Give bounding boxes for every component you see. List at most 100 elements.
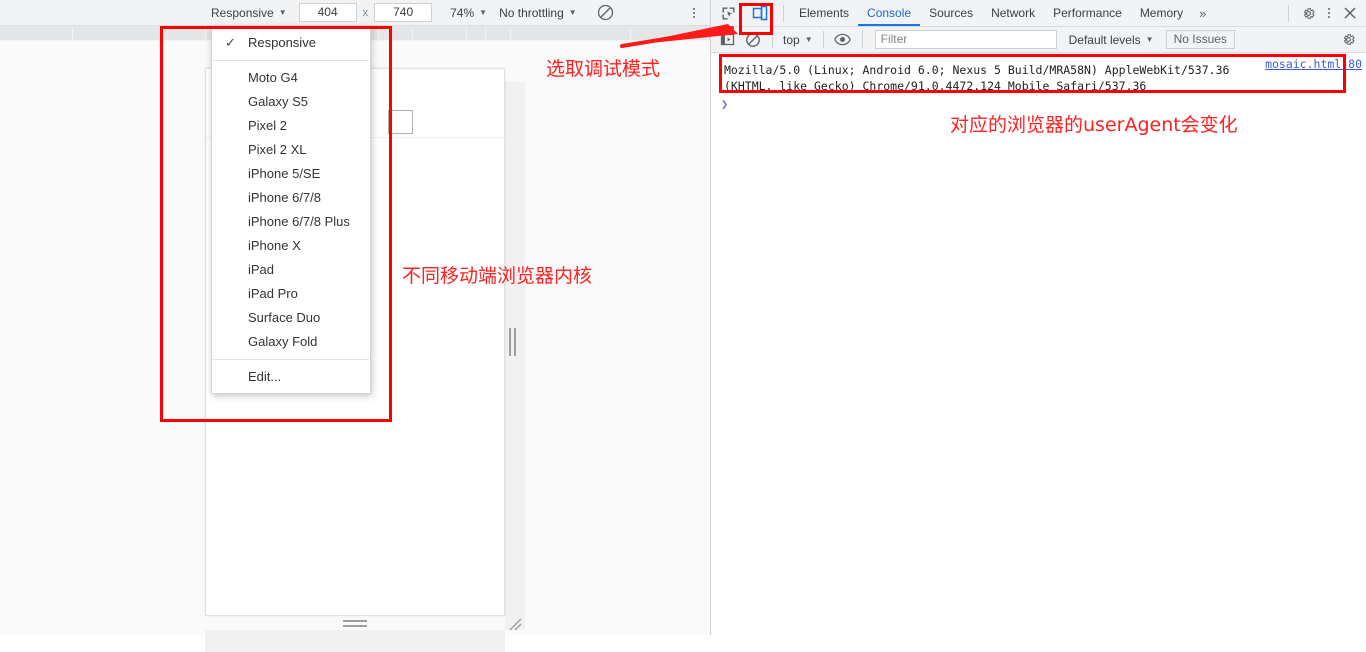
annotation-user-agent-changes: 对应的浏览器的userAgent会变化 bbox=[950, 114, 1238, 136]
ruler-tick bbox=[378, 27, 379, 41]
menu-item-edit[interactable]: Edit... bbox=[212, 365, 370, 389]
log-levels-label: Default levels bbox=[1068, 32, 1141, 47]
menu-item-label: iPhone 6/7/8 Plus bbox=[248, 214, 350, 229]
menu-item-label: Pixel 2 bbox=[248, 118, 288, 133]
console-message-list[interactable]: Mozilla/5.0 (Linux; Android 6.0; Nexus 5… bbox=[711, 53, 1366, 635]
menu-item-iphone-6-7-8[interactable]: iPhone 6/7/8 bbox=[212, 186, 370, 210]
menu-separator bbox=[213, 359, 369, 360]
viewport-height-input[interactable]: 740 bbox=[374, 3, 433, 22]
toolbar-divider bbox=[783, 4, 784, 22]
more-tabs-icon[interactable]: » bbox=[1192, 6, 1213, 21]
chevron-down-icon: ▼ bbox=[479, 7, 488, 17]
tab-network[interactable]: Network bbox=[982, 0, 1044, 26]
menu-item-galaxy-s5[interactable]: Galaxy S5 bbox=[212, 90, 370, 114]
device-selection-menu[interactable]: ✓ Responsive Moto G4 Galaxy S5 Pixel 2 P… bbox=[211, 26, 371, 394]
toolbar-divider bbox=[822, 31, 824, 48]
ruler-tick bbox=[466, 27, 467, 41]
menu-item-label: iPhone 6/7/8 bbox=[248, 190, 322, 205]
checkmark-icon: ✓ bbox=[225, 35, 236, 50]
annotation-mobile-kernels: 不同移动端浏览器内核 bbox=[402, 265, 593, 287]
ruler-tick bbox=[630, 27, 631, 41]
chevron-down-icon: ▼ bbox=[804, 34, 813, 44]
device-emulation-pane: Responsive ▼ 404 x 740 74% ▼ No throttli… bbox=[0, 0, 710, 652]
ruler-tick bbox=[485, 27, 486, 41]
chevron-down-icon: ▼ bbox=[278, 7, 287, 17]
devtools-panel: Elements Console Sources Network Perform… bbox=[710, 0, 1366, 635]
devtools-more-options[interactable] bbox=[1321, 0, 1337, 26]
menu-separator bbox=[213, 60, 369, 61]
menu-item-label: Edit... bbox=[248, 369, 282, 384]
menu-item-label: iPhone X bbox=[248, 238, 301, 253]
gear-icon[interactable] bbox=[1295, 0, 1321, 26]
tab-performance[interactable]: Performance bbox=[1044, 0, 1131, 26]
device-toolbar-toggle-icon[interactable] bbox=[747, 0, 773, 26]
menu-item-ipad[interactable]: iPad bbox=[212, 258, 370, 282]
menu-item-label: Pixel 2 XL bbox=[248, 142, 307, 157]
device-mode-toolbar: Responsive ▼ 404 x 740 74% ▼ No throttli… bbox=[0, 0, 710, 26]
menu-item-label: iPhone 5/SE bbox=[248, 166, 321, 181]
gear-icon[interactable] bbox=[1335, 27, 1361, 53]
ruler-tick bbox=[510, 27, 511, 41]
zoom-select[interactable]: 74% ▼ bbox=[446, 3, 491, 23]
live-expression-icon[interactable] bbox=[830, 27, 856, 53]
menu-item-iphone-6-7-8-plus[interactable]: iPhone 6/7/8 Plus bbox=[212, 210, 370, 234]
log-line-2: (KHTML, like Gecko) Chrome/91.0.4472.124… bbox=[724, 79, 1147, 93]
menu-item-pixel-2-xl[interactable]: Pixel 2 XL bbox=[212, 138, 370, 162]
menu-item-responsive[interactable]: ✓ Responsive bbox=[212, 31, 370, 55]
execution-context-select[interactable]: top ▼ bbox=[779, 33, 817, 47]
tab-console[interactable]: Console bbox=[858, 0, 921, 26]
menu-item-iphone-x[interactable]: iPhone X bbox=[212, 234, 370, 258]
menu-item-label: iPad bbox=[248, 262, 275, 277]
ruler-tick bbox=[160, 27, 161, 41]
menu-item-label: Responsive bbox=[248, 35, 316, 50]
viewport-width-grip[interactable] bbox=[509, 328, 517, 356]
chevron-down-icon: ▼ bbox=[1145, 34, 1154, 44]
device-select[interactable]: Responsive ▼ bbox=[207, 3, 291, 23]
toolbar-divider bbox=[861, 31, 863, 48]
menu-item-label: Galaxy S5 bbox=[248, 94, 308, 109]
viewport-height-resizer[interactable] bbox=[205, 630, 505, 652]
menu-item-pixel-2[interactable]: Pixel 2 bbox=[212, 114, 370, 138]
rotate-disabled-icon[interactable] bbox=[593, 0, 619, 26]
menu-item-label: Galaxy Fold bbox=[248, 334, 318, 349]
tab-sources[interactable]: Sources bbox=[920, 0, 982, 26]
console-toolbar: top ▼ Filter Default levels ▼ No Issues bbox=[711, 27, 1366, 53]
menu-item-label: iPad Pro bbox=[248, 286, 298, 301]
throttling-select-label: No throttling bbox=[499, 5, 564, 20]
chevron-down-icon: ▼ bbox=[568, 7, 577, 17]
tab-elements[interactable]: Elements bbox=[790, 0, 858, 26]
log-line-1: Mozilla/5.0 (Linux; Android 6.0; Nexus 5… bbox=[724, 63, 1230, 77]
annotation-select-debug-mode: 选取调试模式 bbox=[546, 58, 661, 80]
menu-item-surface-duo[interactable]: Surface Duo bbox=[212, 306, 370, 330]
prompt-caret-icon: ❯ bbox=[721, 97, 729, 111]
toolbar-divider bbox=[1288, 4, 1289, 22]
viewport-width-input[interactable]: 404 bbox=[298, 3, 357, 22]
viewport-corner-resize-grip[interactable] bbox=[508, 617, 522, 631]
menu-item-label: Moto G4 bbox=[248, 70, 298, 85]
issues-badge[interactable]: No Issues bbox=[1165, 30, 1235, 49]
ruler-tick bbox=[205, 27, 206, 41]
console-sidebar-icon[interactable] bbox=[714, 27, 740, 53]
console-filter-input[interactable]: Filter bbox=[874, 30, 1057, 49]
inspect-element-icon[interactable] bbox=[715, 0, 741, 26]
devtools-tabbar-actions bbox=[1282, 0, 1366, 26]
close-icon[interactable] bbox=[1337, 0, 1363, 26]
viewport-width-resizer[interactable] bbox=[505, 82, 525, 630]
toolbar-divider bbox=[772, 31, 773, 48]
menu-item-label: Surface Duo bbox=[248, 310, 321, 325]
ruler-tick bbox=[72, 27, 73, 41]
menu-item-galaxy-fold[interactable]: Galaxy Fold bbox=[212, 330, 370, 354]
log-levels-select[interactable]: Default levels ▼ bbox=[1069, 33, 1154, 47]
text-input-field[interactable] bbox=[388, 110, 413, 134]
log-source-link[interactable]: mosaic.html:80 bbox=[1265, 57, 1362, 71]
menu-item-ipad-pro[interactable]: iPad Pro bbox=[212, 282, 370, 306]
zoom-select-label: 74% bbox=[450, 5, 475, 20]
clear-console-icon[interactable] bbox=[740, 27, 766, 53]
viewport-height-grip[interactable] bbox=[343, 620, 367, 627]
menu-item-moto-g4[interactable]: Moto G4 bbox=[212, 66, 370, 90]
device-toolbar-more-options[interactable] bbox=[686, 4, 702, 22]
device-select-label: Responsive bbox=[211, 5, 274, 20]
menu-item-iphone-5-se[interactable]: iPhone 5/SE bbox=[212, 162, 370, 186]
throttling-select[interactable]: No throttling ▼ bbox=[495, 3, 581, 23]
tab-memory[interactable]: Memory bbox=[1131, 0, 1192, 26]
